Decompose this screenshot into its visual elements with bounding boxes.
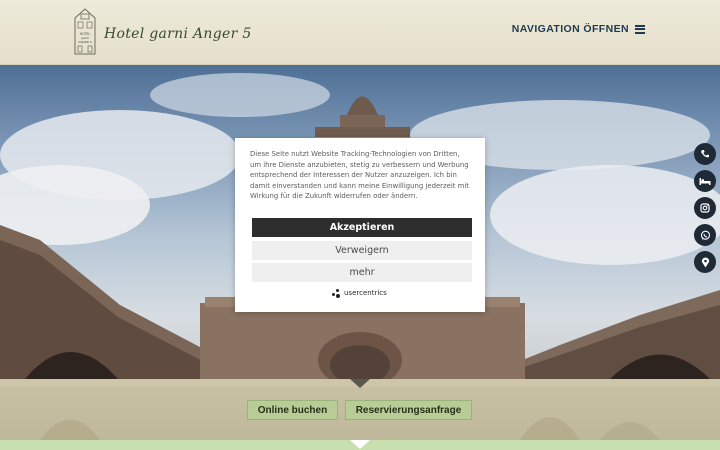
footer-arrow-down-icon — [350, 440, 370, 449]
side-icon-bar — [694, 143, 716, 273]
hamburger-menu-icon — [635, 24, 645, 34]
site-header: HOTEL garni ANGER 5 Hotel garni Anger 5 … — [0, 0, 720, 65]
navigation-label: NAVIGATION ÖFFNEN — [511, 23, 629, 35]
cookie-consent-text: Diese Seite nutzt Website Tracking-Techn… — [250, 150, 470, 201]
deny-button[interactable]: Verweigern — [252, 241, 472, 260]
instagram-icon[interactable] — [694, 197, 716, 219]
booking-bar: Online buchen Reservierungsanfrage — [0, 379, 720, 440]
navigation-toggle-button[interactable]: NAVIGATION ÖFFNEN — [512, 23, 645, 35]
usercentrics-logo[interactable]: usercentrics — [332, 289, 387, 298]
logo-text: Hotel garni Anger 5 — [104, 26, 252, 42]
bed-icon[interactable] — [694, 170, 716, 192]
hotel-logo[interactable]: HOTEL garni ANGER 5 Hotel garni Anger 5 — [72, 6, 252, 56]
usercentrics-dots-icon — [332, 289, 342, 298]
map-pin-icon[interactable] — [694, 251, 716, 273]
hotel-building-icon: HOTEL garni ANGER 5 — [74, 8, 96, 55]
more-button[interactable]: mehr — [252, 263, 472, 282]
online-booking-button[interactable]: Online buchen — [247, 400, 338, 420]
svg-text:ANGER 5: ANGER 5 — [78, 40, 92, 44]
cookie-consent-dialog: Diese Seite nutzt Website Tracking-Techn… — [235, 138, 485, 312]
whatsapp-icon[interactable] — [694, 224, 716, 246]
accept-button[interactable]: Akzeptieren — [252, 218, 472, 237]
reservation-request-button[interactable]: Reservierungsanfrage — [345, 400, 472, 420]
section-arrow-down-icon — [350, 379, 370, 388]
usercentrics-brand-text: usercentrics — [344, 289, 387, 297]
phone-icon[interactable] — [694, 143, 716, 165]
